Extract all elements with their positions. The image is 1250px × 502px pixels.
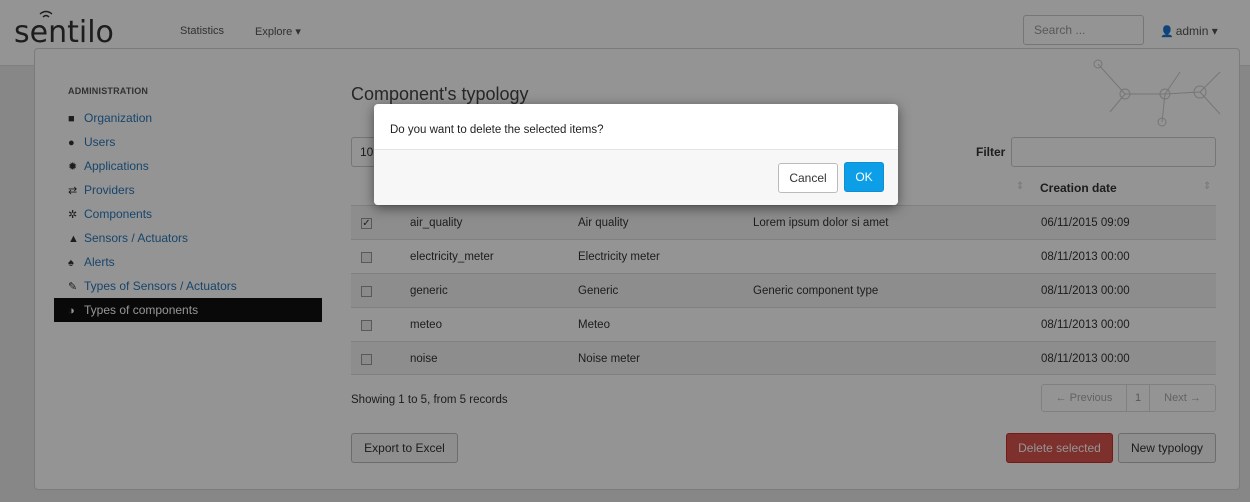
cancel-button[interactable]: Cancel: [778, 163, 838, 193]
dialog-footer: Cancel OK: [374, 149, 898, 205]
ok-button[interactable]: OK: [844, 162, 884, 192]
confirm-delete-dialog: Do you want to delete the selected items…: [374, 104, 898, 205]
modal-backdrop[interactable]: [0, 0, 1250, 502]
dialog-message: Do you want to delete the selected items…: [390, 124, 604, 136]
